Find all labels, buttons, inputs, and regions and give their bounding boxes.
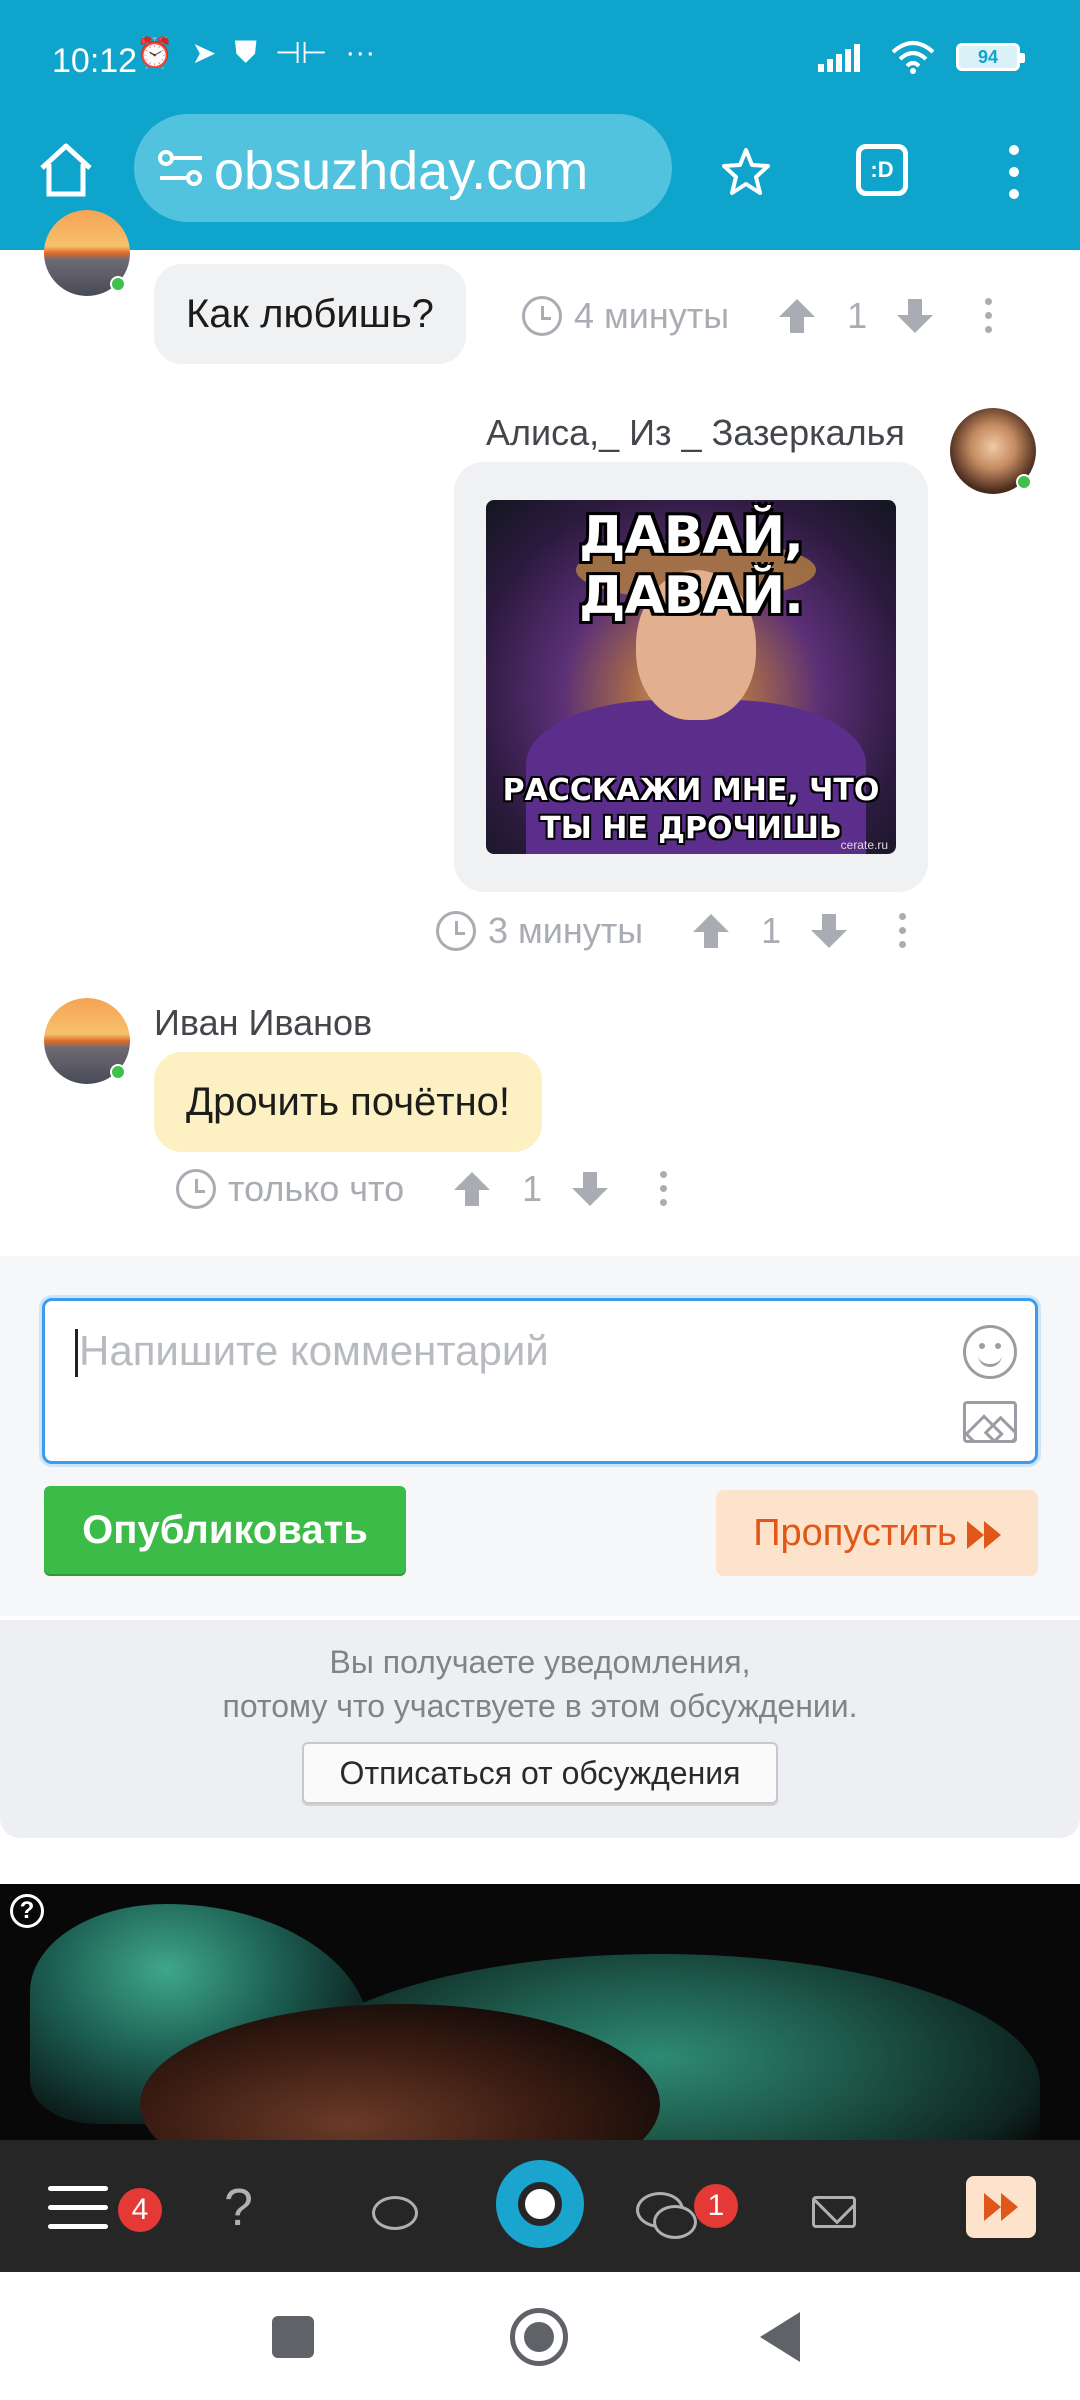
vote-count: 1: [761, 910, 782, 951]
tabs-button[interactable]: :D: [856, 144, 908, 196]
video-ad[interactable]: ?: [0, 1884, 1080, 2140]
text-cursor: [75, 1329, 78, 1377]
vote-count: 1: [847, 295, 868, 336]
downvote-icon[interactable]: [897, 299, 934, 333]
dumbbell-icon: ⊣⊢: [275, 37, 328, 70]
meme-top-text: ДАВАЙ, ДАВАЙ.: [579, 506, 804, 626]
logo-icon[interactable]: [496, 2160, 584, 2248]
fast-forward-icon[interactable]: [966, 2176, 1036, 2238]
upvote-icon[interactable]: [779, 299, 816, 333]
address-bar[interactable]: obsuzhday.com: [134, 114, 672, 222]
downvote-icon[interactable]: [572, 1172, 609, 1206]
signal-icon: [818, 44, 860, 72]
comment-meta: только что 1: [176, 1168, 668, 1210]
fast-forward-icon: [966, 1520, 1001, 1549]
battery-icon: 94: [956, 43, 1025, 71]
clock-icon: [436, 911, 476, 951]
system-navigation-bar: [0, 2272, 1080, 2400]
online-indicator: [1016, 474, 1032, 490]
site-settings-icon[interactable]: [156, 148, 206, 188]
subscription-notice: Вы получаете уведомления, потому что уча…: [0, 1620, 1080, 1838]
comment-input[interactable]: Напишите комментарий: [42, 1298, 1038, 1464]
chat-icon[interactable]: [372, 2196, 418, 2230]
app-bottom-bar: 4 ? 1: [0, 2140, 1080, 2272]
telegram-icon: ➤: [191, 37, 217, 70]
skip-button[interactable]: Пропустить: [716, 1490, 1038, 1576]
alarm-icon: ⏰: [136, 37, 174, 70]
url-text: obsuzhday.com: [214, 141, 589, 201]
comment-form: Напишите комментарий Опубликовать Пропус…: [0, 1256, 1080, 1616]
meme-watermark: сеrate.ru: [840, 838, 888, 852]
comment-placeholder: Напишите комментарий: [79, 1327, 549, 1374]
attach-image-icon[interactable]: [963, 1401, 1017, 1443]
online-indicator: [110, 1064, 126, 1080]
status-system-icons: 94: [818, 40, 1025, 74]
upvote-icon[interactable]: [454, 1172, 491, 1206]
vote-count: 1: [522, 1168, 543, 1209]
publish-button[interactable]: Опубликовать: [44, 1486, 406, 1574]
clock-icon: [522, 296, 562, 336]
back-icon[interactable]: [760, 2312, 800, 2362]
skip-label: Пропустить: [753, 1512, 957, 1554]
menu-badge: 4: [118, 2188, 162, 2232]
overflow-menu-icon[interactable]: [1004, 144, 1024, 200]
home-icon[interactable]: [36, 140, 96, 200]
comment-time: 3 минуты: [488, 910, 644, 951]
comment-bubble: ДАВАЙ, ДАВАЙ. РАССКАЖИ МНЕ, ЧТО ТЫ НЕ ДР…: [454, 462, 928, 892]
comment-time: только что: [228, 1168, 405, 1209]
home-nav-icon[interactable]: [510, 2308, 568, 2366]
upvote-icon[interactable]: [693, 914, 730, 948]
browser-toolbar: obsuzhday.com :D: [0, 110, 1080, 250]
comment-meta: 4 минуты 1: [522, 295, 993, 337]
comment-time: 4 минуты: [574, 295, 730, 336]
unsubscribe-button[interactable]: Отписаться от обсуждения: [302, 1742, 778, 1804]
more-notifications-icon: ···: [345, 36, 376, 69]
downvote-icon[interactable]: [811, 914, 848, 948]
meme-image[interactable]: ДАВАЙ, ДАВАЙ. РАССКАЖИ МНЕ, ЧТО ТЫ НЕ ДР…: [486, 500, 896, 854]
notice-line-2: потому что участвуете в этом обсуждении.: [222, 1688, 858, 1724]
status-notification-icons: ⏰ ➤ ⛊ ⊣⊢ ···: [136, 36, 375, 71]
comment-bubble: Дрочить почётно!: [154, 1052, 543, 1152]
emoji-icon[interactable]: [963, 1325, 1017, 1379]
comment-menu-icon[interactable]: [985, 298, 993, 334]
discussions-badge: 1: [694, 2184, 738, 2228]
status-time: 10:12: [52, 42, 138, 80]
comment-author[interactable]: Иван Иванов: [154, 1002, 372, 1044]
comment-author[interactable]: Алиса,_ Из _ Зазеркалья: [486, 412, 905, 454]
status-bar: 10:12 ⏰ ➤ ⛊ ⊣⊢ ··· 94: [0, 0, 1080, 110]
wifi-icon: [891, 41, 935, 74]
question-icon[interactable]: ?: [224, 2178, 253, 2238]
comment-menu-icon[interactable]: [660, 1171, 668, 1207]
online-indicator: [110, 276, 126, 292]
recents-icon[interactable]: [272, 2316, 314, 2358]
comment-bubble: Как любишь?: [154, 264, 466, 364]
menu-icon[interactable]: [48, 2186, 108, 2230]
ad-help-icon[interactable]: ?: [10, 1894, 44, 1928]
meme-bottom-text: РАССКАЖИ МНЕ, ЧТО ТЫ НЕ ДРОЧИШЬ: [502, 773, 880, 846]
comment-meta: 3 минуты 1: [436, 910, 907, 952]
bookmark-star-icon[interactable]: [720, 146, 772, 198]
comment-menu-icon[interactable]: [899, 913, 907, 949]
discussions-icon[interactable]: [636, 2192, 697, 2239]
clock-icon: [176, 1169, 216, 1209]
notice-line-1: Вы получаете уведомления,: [329, 1644, 751, 1680]
shield-icon: ⛊: [234, 36, 258, 69]
mail-icon[interactable]: [812, 2196, 856, 2228]
